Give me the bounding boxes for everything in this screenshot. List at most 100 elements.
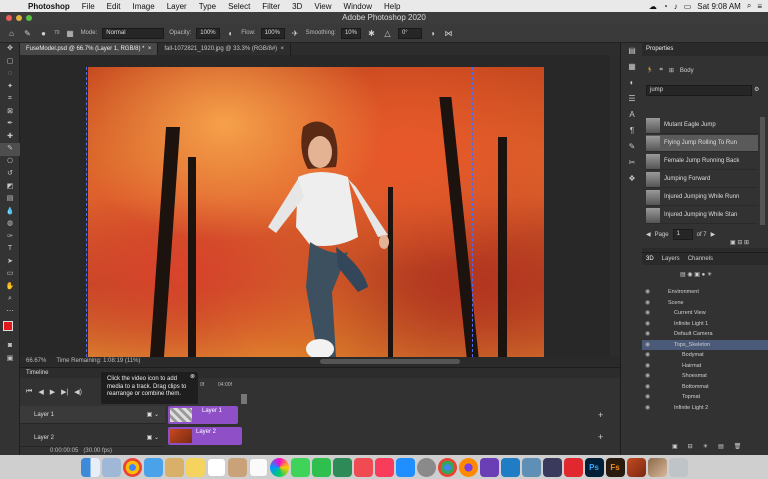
control-center-icon[interactable]: ≡ <box>757 2 762 11</box>
prev-frame-icon[interactable]: ◀ <box>38 388 43 396</box>
next-frame-icon[interactable]: ▶| <box>61 388 68 396</box>
color-swatches[interactable] <box>0 318 19 340</box>
prev-page-icon[interactable]: ◀ <box>646 231 651 238</box>
brush-preset-icon[interactable]: ● <box>38 28 49 39</box>
news-icon[interactable] <box>353 457 373 477</box>
mail-icon[interactable] <box>143 457 163 477</box>
more-tools-icon[interactable]: ⋯ <box>0 306 20 319</box>
pen-tool-icon[interactable]: ✑ <box>0 231 20 244</box>
hand-tool-icon[interactable]: ✋ <box>0 281 20 294</box>
next-page-icon[interactable]: ▶ <box>711 231 716 238</box>
vscode-icon[interactable] <box>500 457 520 477</box>
layer-row[interactable]: ◉ Scene <box>642 298 768 309</box>
stamp-tool-icon[interactable]: ⎔ <box>0 156 20 169</box>
numbers-icon[interactable] <box>332 457 352 477</box>
new-icon[interactable]: ▤ <box>718 443 724 450</box>
add-media-track1-icon[interactable]: + <box>598 410 603 420</box>
layer-row[interactable]: ◉ Tops_Skeleton <box>642 339 768 350</box>
list-item[interactable]: Jumping Forward <box>646 171 758 188</box>
gradient-tool-icon[interactable]: ▤ <box>0 193 20 206</box>
quick-select-tool-icon[interactable]: ✦ <box>0 81 20 94</box>
render-icon[interactable]: ▣ <box>672 443 678 450</box>
music-icon[interactable] <box>374 457 394 477</box>
path-select-tool-icon[interactable]: ➤ <box>0 256 20 269</box>
tooltip-close-icon[interactable]: ⊗ <box>190 374 195 382</box>
pressure-size-icon[interactable]: ◑ <box>427 28 438 39</box>
canvas-vertical-scrollbar[interactable] <box>610 55 620 357</box>
menu-view[interactable]: View <box>308 2 337 11</box>
delete-icon[interactable]: 🗑 <box>734 443 742 450</box>
creative-cloud-status-icon[interactable]: ☁ <box>649 2 657 11</box>
tool-presets-icon[interactable]: ✎ <box>621 139 643 155</box>
properties-footer-icons[interactable]: ▣ ⊟ ⊞ <box>730 239 749 246</box>
dodge-tool-icon[interactable]: ◍ <box>0 218 20 231</box>
eraser-tool-icon[interactable]: ◩ <box>0 181 20 194</box>
brush-size-value[interactable]: 70 <box>54 30 60 36</box>
layer-row[interactable]: ◉ Bodymat <box>642 350 768 361</box>
brush-tool-icon[interactable]: ✎ <box>0 143 20 156</box>
close-window-button[interactable] <box>6 15 12 21</box>
menu-help[interactable]: Help <box>378 2 406 11</box>
airbrush-icon[interactable]: ✈ <box>290 28 301 39</box>
adjustments-panel-icon[interactable]: ◐ <box>621 75 643 91</box>
creativecloud-icon[interactable] <box>563 457 583 477</box>
minimize-window-button[interactable] <box>16 15 22 21</box>
menu-3d[interactable]: 3D <box>286 2 308 11</box>
pose-icon[interactable]: 🏃 <box>646 67 653 74</box>
layer-row[interactable]: ◉ Shoesmat <box>642 371 768 382</box>
track-video-icon[interactable]: ▣ ⌄ <box>147 406 159 424</box>
home-icon[interactable]: ⌂ <box>6 28 17 39</box>
angle-field[interactable]: 0° <box>397 27 422 39</box>
clip-layer-2[interactable]: Layer 2 <box>168 427 242 445</box>
smoothing-settings-icon[interactable]: ✱ <box>366 28 377 39</box>
foreground-color-swatch[interactable] <box>3 321 13 331</box>
layer-row[interactable]: ◉ Infinite Light 1 <box>642 319 768 330</box>
firefox-icon[interactable] <box>458 457 478 477</box>
contacts-icon[interactable] <box>227 457 247 477</box>
layer-row[interactable]: ◉ Environment <box>642 287 768 298</box>
angle-icon[interactable]: △ <box>382 28 393 39</box>
photoshop-icon[interactable]: Ps <box>584 457 604 477</box>
list-scrollbar[interactable] <box>760 117 765 225</box>
clone-source-icon[interactable]: ✂ <box>621 155 643 171</box>
paragraph-panel-icon[interactable]: ¶ <box>621 123 643 139</box>
menu-filter[interactable]: Filter <box>256 2 286 11</box>
list-item[interactable]: Mutant Eagle Jump <box>646 117 758 134</box>
appstore-icon[interactable] <box>395 457 415 477</box>
notes-icon[interactable] <box>185 457 205 477</box>
menu-select[interactable]: Select <box>222 2 256 11</box>
crop-tool-icon[interactable]: ⌗ <box>0 93 20 106</box>
symmetry-icon[interactable]: ⋈ <box>443 28 454 39</box>
list-item[interactable]: Flying Jump Rolling To Run <box>646 135 758 152</box>
flow-field[interactable]: 100% <box>260 27 285 39</box>
ground-icon[interactable]: ⊟ <box>688 443 693 450</box>
blur-tool-icon[interactable]: 💧 <box>0 206 20 219</box>
xcode-icon[interactable] <box>542 457 562 477</box>
libraries-panel-icon[interactable]: ☰ <box>621 91 643 107</box>
pressure-opacity-icon[interactable]: ◐ <box>225 28 236 39</box>
settings-icon[interactable] <box>416 457 436 477</box>
history-brush-tool-icon[interactable]: ↺ <box>0 168 20 181</box>
battery-icon[interactable]: ▭ <box>684 2 692 11</box>
fuse-icon[interactable]: Fs <box>605 457 625 477</box>
animation-search-input[interactable]: jump <box>646 85 752 96</box>
menu-edit[interactable]: Edit <box>101 2 127 11</box>
image2-icon[interactable] <box>647 457 667 477</box>
clock[interactable]: Sat 9:08 AM <box>697 2 741 11</box>
zoom-tool-icon[interactable]: ⌕ <box>0 293 20 306</box>
document-canvas[interactable] <box>88 67 544 357</box>
messages-icon[interactable] <box>290 457 310 477</box>
playhead[interactable] <box>241 394 247 404</box>
brush-settings-icon[interactable]: ▦ <box>65 28 76 39</box>
layer-row[interactable]: ◉ Infinite Light 2 <box>642 403 768 414</box>
horizontal-scroll-thumb[interactable] <box>320 359 460 364</box>
first-frame-icon[interactable]: ⏮ <box>26 388 32 396</box>
chrome2-icon[interactable] <box>437 457 457 477</box>
layer-row[interactable]: ◉ Hairmat <box>642 361 768 372</box>
vs-icon[interactable] <box>479 457 499 477</box>
trash-icon[interactable] <box>668 457 688 477</box>
menu-file[interactable]: File <box>76 2 101 11</box>
books-icon[interactable] <box>164 457 184 477</box>
smoothing-field[interactable]: 10% <box>340 27 361 39</box>
transform-icon[interactable]: ⌗ <box>659 67 662 74</box>
